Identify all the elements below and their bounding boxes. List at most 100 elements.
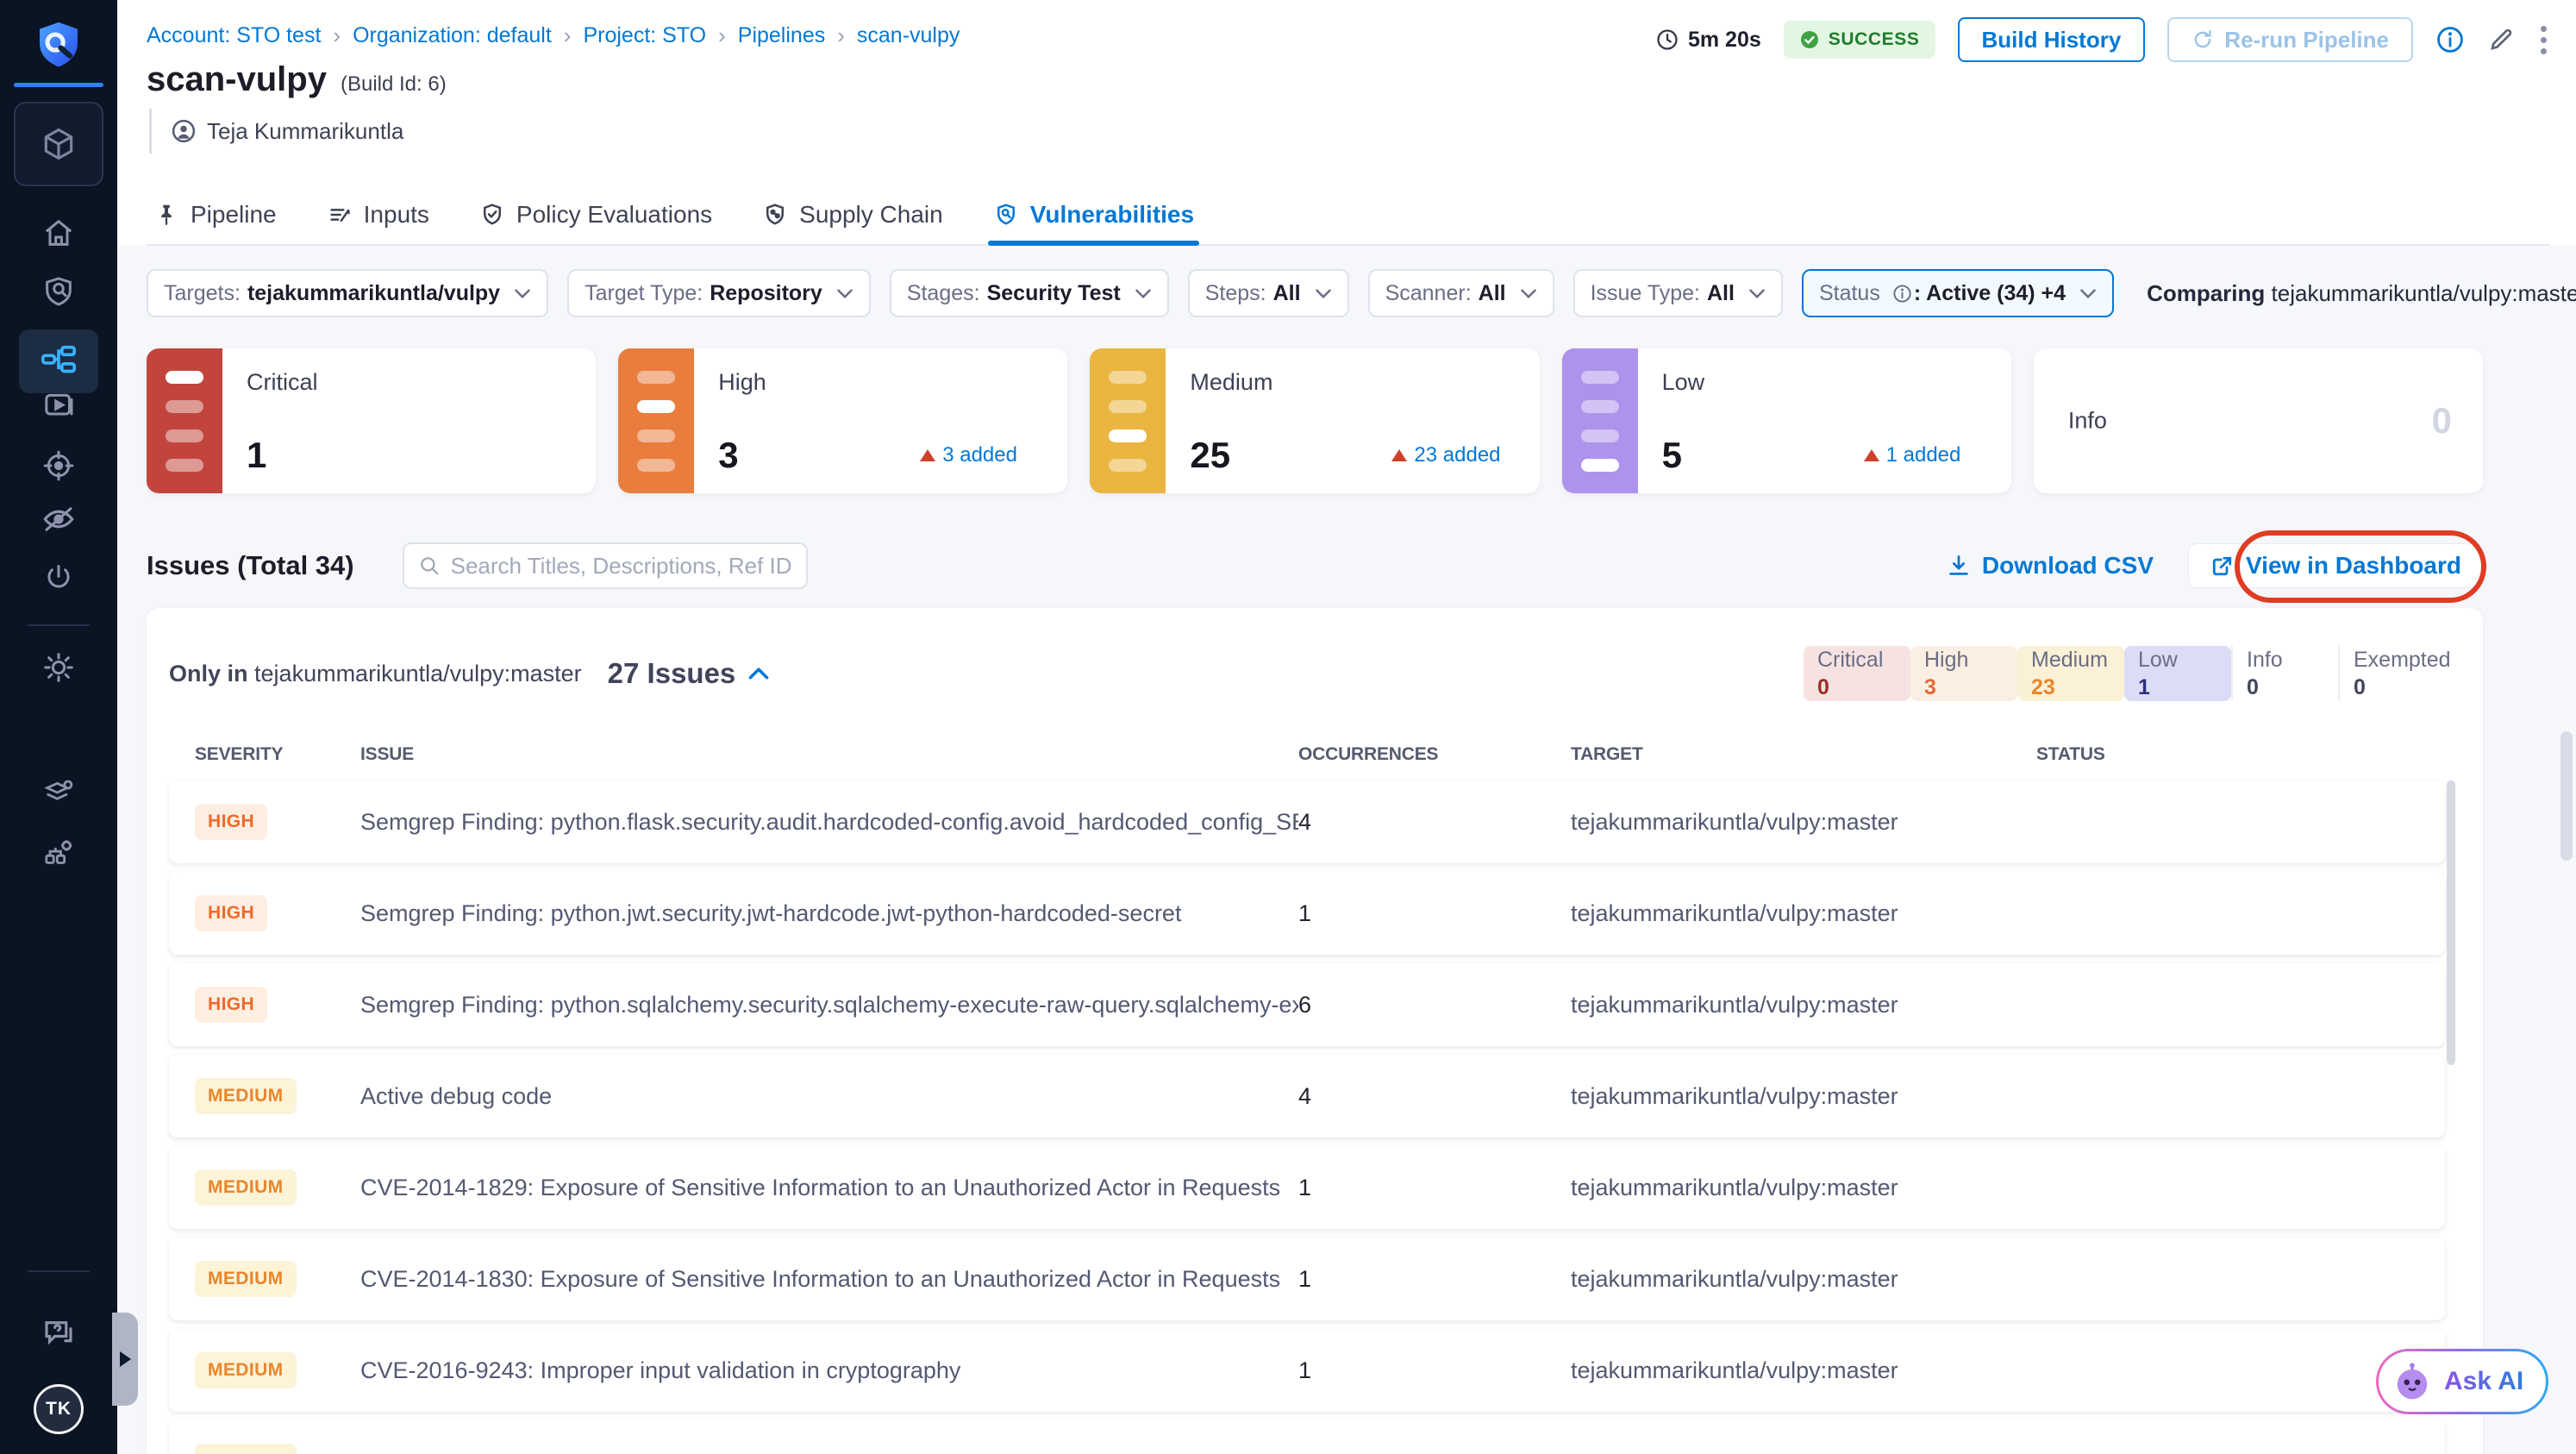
table-row[interactable]: HIGH Semgrep Finding: python.flask.secur… xyxy=(169,780,2445,863)
page-scrollbar-thumb[interactable] xyxy=(2560,731,2573,861)
severity-badge: MEDIUM xyxy=(195,1078,297,1114)
card-low[interactable]: Low 5 1 added xyxy=(1561,348,2011,493)
network-gear-icon xyxy=(45,840,72,864)
sidebar-item-scans[interactable] xyxy=(40,273,78,310)
filter-steps[interactable]: Steps: All xyxy=(1187,269,1349,317)
build-history-button[interactable]: Build History xyxy=(1957,17,2146,62)
breadcrumb-organization[interactable]: Organization: default xyxy=(353,23,552,48)
user-avatar[interactable]: TK xyxy=(34,1384,84,1434)
build-duration: 5m 20s xyxy=(1655,28,1761,53)
sidebar-item-executions[interactable] xyxy=(40,386,78,424)
app-root: TK Account: STO test › Organization: def… xyxy=(0,0,2576,1454)
table-row[interactable]: MEDIUM CVE-2016-9243: Improper input val… xyxy=(169,1329,2445,1412)
chevron-down-icon xyxy=(1749,289,1765,298)
edit-pipeline-button[interactable] xyxy=(2487,26,2515,53)
table-row[interactable]: MEDIUM Active debug code 4 tejakummariku… xyxy=(169,1055,2445,1138)
chip-info[interactable]: Info 0 xyxy=(2231,646,2338,701)
medium-severity-bar xyxy=(1090,348,1166,493)
chevron-down-icon xyxy=(1135,289,1151,298)
ask-ai-button[interactable]: Ask AI xyxy=(2376,1349,2549,1414)
power-icon xyxy=(47,565,70,588)
triangle-up-icon xyxy=(1863,449,1879,461)
chevron-down-icon xyxy=(837,289,853,298)
filter-scanner[interactable]: Scanner: All xyxy=(1367,269,1554,317)
content-area: Targets: tejakummarikuntla/vulpy Target T… xyxy=(117,269,2576,1454)
play-icon xyxy=(45,393,73,416)
tab-policy-evaluations[interactable]: Policy Evaluations xyxy=(479,185,712,244)
tab-supply-chain[interactable]: Supply Chain xyxy=(762,185,943,244)
col-occurrences: OCCURRENCES xyxy=(1298,744,1439,764)
tab-vulnerabilities[interactable]: Vulnerabilities xyxy=(987,185,1200,246)
card-critical[interactable]: Critical 1 xyxy=(147,348,597,493)
layers-gear-icon xyxy=(44,780,73,800)
chip-critical[interactable]: Critical 0 xyxy=(1804,646,1910,701)
sidebar-item-default-settings[interactable] xyxy=(40,774,78,812)
sidebar-item-get-started[interactable] xyxy=(40,559,78,597)
high-severity-bar xyxy=(618,348,695,493)
sidebar-item-org-settings[interactable] xyxy=(40,833,78,871)
download-csv-button[interactable]: Download CSV xyxy=(1946,552,2154,580)
author-row: Teja Kummarikuntla xyxy=(149,109,2550,154)
added-indicator: 1 added xyxy=(1863,443,1960,467)
sidebar-item-pipelines[interactable] xyxy=(19,329,98,393)
card-medium[interactable]: Medium 25 23 added xyxy=(1090,348,1540,493)
triangle-up-icon xyxy=(920,449,936,461)
view-in-dashboard-button[interactable]: View in Dashboard xyxy=(2188,543,2483,588)
module-selector[interactable] xyxy=(14,102,103,186)
filter-status[interactable]: Status : Active (34) +4 xyxy=(1801,269,2115,317)
filter-target-type[interactable]: Target Type: Repository xyxy=(567,269,871,317)
more-options-button[interactable] xyxy=(2537,22,2550,58)
chat-help-icon xyxy=(45,1321,72,1345)
check-circle-icon xyxy=(1800,31,1818,48)
search-input[interactable] xyxy=(450,552,792,580)
external-link-icon xyxy=(2212,556,2232,576)
group-collapse-toggle[interactable]: 27 Issues xyxy=(608,657,771,690)
breadcrumb-separator: › xyxy=(718,22,726,48)
issues-search[interactable] xyxy=(402,542,808,589)
table-row[interactable]: HIGH Semgrep Finding: python.sqlalchemy.… xyxy=(169,963,2445,1046)
chevron-down-icon xyxy=(2080,289,2096,298)
breadcrumb-project[interactable]: Project: STO xyxy=(583,23,706,48)
filter-stages[interactable]: Stages: Security Test xyxy=(889,269,1169,317)
info-button[interactable] xyxy=(2435,25,2465,54)
severity-summary-row: Critical 1 High 3 3 added Medium 25 23 a… xyxy=(147,348,2484,493)
severity-badge: MEDIUM xyxy=(195,1169,297,1206)
tab-inputs[interactable]: Inputs xyxy=(327,185,429,244)
low-severity-bar xyxy=(1561,348,1638,493)
rerun-pipeline-button[interactable]: Re-run Pipeline xyxy=(2167,17,2413,62)
inputs-icon xyxy=(330,208,350,222)
table-row[interactable]: MEDIUM xyxy=(169,1420,2445,1454)
sidebar-item-help[interactable] xyxy=(40,1314,78,1352)
severity-badge: HIGH xyxy=(195,987,268,1023)
shield-search-icon xyxy=(46,277,72,306)
table-row[interactable]: MEDIUM CVE-2014-1829: Exposure of Sensit… xyxy=(169,1146,2445,1229)
tab-pipeline[interactable]: Pipeline xyxy=(153,185,277,244)
card-high[interactable]: High 3 3 added xyxy=(618,348,1068,493)
breadcrumb-account[interactable]: Account: STO test xyxy=(147,23,321,48)
chip-medium[interactable]: Medium 23 xyxy=(2017,646,2124,701)
harness-sto-logo-icon[interactable] xyxy=(32,19,85,72)
severity-badge: MEDIUM xyxy=(195,1444,297,1454)
sidebar-expand-handle[interactable] xyxy=(112,1313,138,1406)
sidebar-item-targets[interactable] xyxy=(40,447,78,485)
breadcrumb-pipelines[interactable]: Pipelines xyxy=(738,23,825,48)
panel-scrollbar-thumb[interactable] xyxy=(2447,780,2455,1065)
table-row[interactable]: HIGH Semgrep Finding: python.jwt.securit… xyxy=(169,872,2445,955)
filter-targets[interactable]: Targets: tejakummarikuntla/vulpy xyxy=(147,269,549,317)
only-in-label: Only in xyxy=(169,660,248,686)
sidebar-item-exemptions[interactable] xyxy=(40,500,78,538)
sidebar-item-home[interactable] xyxy=(40,214,78,252)
card-info[interactable]: Info 0 xyxy=(2033,348,2484,493)
home-icon xyxy=(45,219,72,246)
chip-low[interactable]: Low 1 xyxy=(2124,646,2231,701)
sidebar-item-settings[interactable] xyxy=(40,649,78,686)
ai-robot-icon xyxy=(2397,1363,2428,1400)
table-row[interactable]: MEDIUM CVE-2014-1830: Exposure of Sensit… xyxy=(169,1238,2445,1320)
filter-issue-type[interactable]: Issue Type: All xyxy=(1572,269,1783,317)
chip-exempted[interactable]: Exempted 0 xyxy=(2338,646,2451,701)
breadcrumb-current[interactable]: scan-vulpy xyxy=(857,23,960,48)
chip-high[interactable]: High 3 xyxy=(1910,646,2017,701)
added-indicator: 3 added xyxy=(920,443,1017,467)
col-severity: SEVERITY xyxy=(195,744,284,764)
refresh-icon xyxy=(2194,29,2211,48)
